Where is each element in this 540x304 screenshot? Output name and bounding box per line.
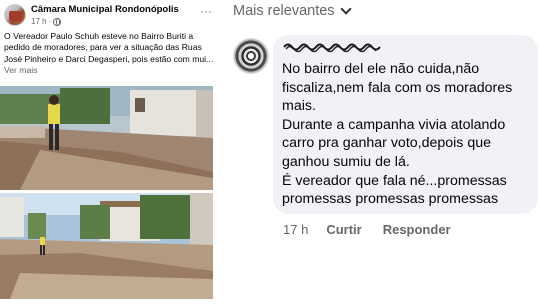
- comment-line: Durante a campanha vivia atolando carro …: [282, 116, 506, 170]
- commenter-avatar[interactable]: [233, 38, 269, 74]
- comment-line: É vereador que fala né...promessas prome…: [282, 172, 507, 208]
- post-body: O Vereador Paulo Schuh esteve no Bairro …: [4, 31, 214, 64]
- sort-dropdown[interactable]: Mais relevantes: [233, 3, 352, 19]
- chevron-down-icon: [339, 3, 352, 15]
- street-photo-1: [0, 86, 213, 190]
- street-photo-2: [0, 193, 213, 299]
- comments-panel: Mais relevantes No bairro del ele não cu…: [218, 0, 540, 304]
- more-options-icon[interactable]: ···: [200, 4, 212, 18]
- post-text: O Vereador Paulo Schuh esteve no Bairro …: [4, 31, 216, 76]
- post-time[interactable]: 17 h: [31, 17, 47, 26]
- meta-separator: ·: [48, 17, 52, 26]
- page-avatar[interactable]: [4, 4, 26, 26]
- post-meta: 17 h ·: [31, 17, 62, 26]
- post-header: Câmara Municipal Rondonópolis 17 h · ···: [4, 3, 214, 29]
- commenter-name-redacted: [283, 43, 381, 53]
- comment-time[interactable]: 17 h: [283, 222, 308, 237]
- comment-text: No bairro del ele não cuida,não fiscaliz…: [282, 60, 534, 209]
- post-photo-2[interactable]: [0, 193, 213, 299]
- globe-icon: [53, 17, 62, 26]
- post-panel: Câmara Municipal Rondonópolis 17 h · ···…: [0, 0, 218, 304]
- reply-button[interactable]: Responder: [383, 222, 451, 237]
- comment-line: No bairro del ele não cuida,não fiscaliz…: [282, 61, 513, 115]
- sort-label: Mais relevantes: [233, 3, 335, 19]
- see-more-link[interactable]: Ver mais: [4, 65, 37, 75]
- comment-actions: 17 h Curtir Responder: [283, 222, 472, 237]
- comment-bubble: No bairro del ele não cuida,não fiscaliz…: [273, 35, 538, 214]
- like-button[interactable]: Curtir: [326, 222, 361, 237]
- page-name[interactable]: Câmara Municipal Rondonópolis: [31, 4, 179, 15]
- post-photo-1[interactable]: [0, 86, 213, 190]
